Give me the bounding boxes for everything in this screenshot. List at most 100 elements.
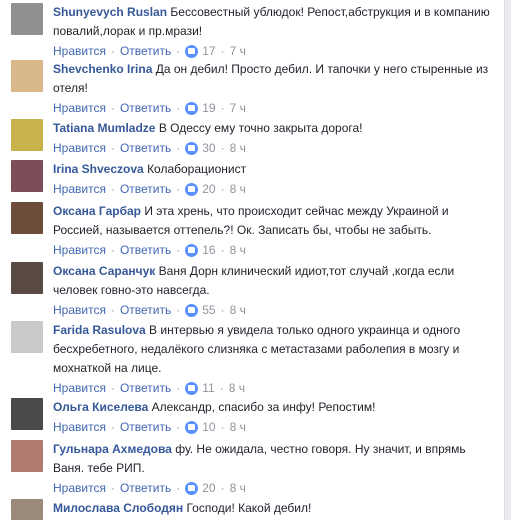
thumbs-up-icon <box>185 381 199 395</box>
avatar-image <box>11 440 43 472</box>
separator: · <box>176 44 181 58</box>
reply-button[interactable]: Ответить <box>120 480 171 496</box>
avatar[interactable] <box>11 3 43 35</box>
avatar-image <box>11 202 43 234</box>
like-button[interactable]: Нравится <box>53 140 106 156</box>
comment-text: В Одессу ему точно закрыта дорога! <box>158 121 363 135</box>
separator: · <box>176 141 181 155</box>
comment-author[interactable]: Irina Shveczova <box>53 162 144 176</box>
avatar-image <box>11 262 43 294</box>
separator: · <box>110 44 115 58</box>
separator: · <box>110 141 115 155</box>
like-count[interactable]: 30 <box>202 140 215 156</box>
reply-button[interactable]: Ответить <box>120 302 171 318</box>
avatar[interactable] <box>11 60 43 92</box>
like-count[interactable]: 20 <box>202 480 215 496</box>
separator: · <box>220 303 225 317</box>
like-count[interactable]: 19 <box>202 100 215 116</box>
comment-author[interactable]: Милослава Слободян <box>53 501 183 515</box>
avatar-image <box>11 3 43 35</box>
avatar[interactable] <box>11 160 43 192</box>
separator: · <box>176 303 181 317</box>
avatar-image <box>11 398 43 430</box>
avatar[interactable] <box>11 398 43 430</box>
like-count[interactable]: 16 <box>202 242 215 258</box>
separator: · <box>220 420 225 434</box>
avatar-image <box>11 60 43 92</box>
like-button[interactable]: Нравится <box>53 100 106 116</box>
separator: · <box>220 481 225 495</box>
separator: · <box>110 420 115 434</box>
comment-time[interactable]: 8 ч <box>230 242 246 258</box>
comment-time[interactable]: 7 ч <box>230 100 246 116</box>
avatar[interactable] <box>11 440 43 472</box>
like-button[interactable]: Нравится <box>53 181 106 197</box>
separator: · <box>110 182 115 196</box>
thumbs-up-icon <box>185 481 199 495</box>
avatar[interactable] <box>11 499 43 520</box>
thumbs-up-icon <box>185 303 199 317</box>
reply-button[interactable]: Ответить <box>120 100 171 116</box>
comment-time[interactable]: 8 ч <box>229 380 245 396</box>
comment-time[interactable]: 8 ч <box>230 181 246 197</box>
like-button[interactable]: Нравится <box>53 480 106 496</box>
avatar[interactable] <box>11 119 43 151</box>
thumbs-up-icon <box>185 243 199 257</box>
separator: · <box>176 182 181 196</box>
comment-author[interactable]: Гульнара Ахмедова <box>53 442 172 456</box>
separator: · <box>219 381 224 395</box>
like-button[interactable]: Нравится <box>53 380 106 396</box>
comment-author[interactable]: Farida Rasulova <box>53 323 146 337</box>
comment-time[interactable]: 7 ч <box>230 43 246 59</box>
like-count[interactable]: 10 <box>202 419 215 435</box>
like-button[interactable]: Нравится <box>53 302 106 318</box>
avatar[interactable] <box>11 202 43 234</box>
separator: · <box>110 481 115 495</box>
separator: · <box>220 44 225 58</box>
separator: · <box>176 381 181 395</box>
separator: · <box>110 101 115 115</box>
reply-button[interactable]: Ответить <box>120 380 171 396</box>
separator: · <box>220 243 225 257</box>
reply-button[interactable]: Ответить <box>120 419 171 435</box>
separator: · <box>176 420 181 434</box>
scrollbar-track[interactable] <box>504 0 511 520</box>
comment-author[interactable]: Shunyevych Ruslan <box>53 5 167 19</box>
like-count[interactable]: 55 <box>202 302 215 318</box>
comment-author[interactable]: Оксана Саранчук <box>53 264 155 278</box>
reply-button[interactable]: Ответить <box>120 43 171 59</box>
separator: · <box>220 182 225 196</box>
separator: · <box>110 303 115 317</box>
comment-time[interactable]: 8 ч <box>230 140 246 156</box>
like-count[interactable]: 20 <box>202 181 215 197</box>
comment-time[interactable]: 8 ч <box>230 419 246 435</box>
avatar-image <box>11 119 43 151</box>
comment-time[interactable]: 8 ч <box>230 480 246 496</box>
comment-author[interactable]: Shevchenko Irina <box>53 62 152 76</box>
like-button[interactable]: Нравится <box>53 43 106 59</box>
separator: · <box>176 101 181 115</box>
like-count[interactable]: 11 <box>202 380 214 396</box>
thumbs-up-icon <box>185 141 199 155</box>
like-count[interactable]: 17 <box>202 43 215 59</box>
thumbs-up-icon <box>185 44 199 58</box>
avatar[interactable] <box>11 321 43 353</box>
comment-author[interactable]: Tatiana Mumladze <box>53 121 155 135</box>
comment-author[interactable]: Ольга Киселева <box>53 400 148 414</box>
reply-button[interactable]: Ответить <box>120 181 171 197</box>
reply-button[interactable]: Ответить <box>120 140 171 156</box>
comment-author[interactable]: Оксана Гарбар <box>53 204 141 218</box>
comment-time[interactable]: 8 ч <box>230 302 246 318</box>
separator: · <box>220 101 225 115</box>
separator: · <box>110 243 115 257</box>
thumbs-up-icon <box>185 420 199 434</box>
avatar-image <box>11 321 43 353</box>
avatar[interactable] <box>11 262 43 294</box>
avatar-image <box>11 160 43 192</box>
like-button[interactable]: Нравится <box>53 419 106 435</box>
like-button[interactable]: Нравится <box>53 242 106 258</box>
reply-button[interactable]: Ответить <box>120 242 171 258</box>
thumbs-up-icon <box>185 101 199 115</box>
thumbs-up-icon <box>185 182 199 196</box>
comment-text: Александр, спасибо за инфу! Репостим! <box>151 400 376 414</box>
